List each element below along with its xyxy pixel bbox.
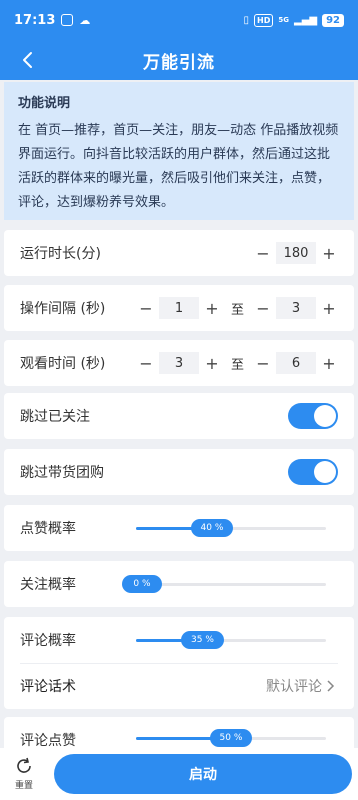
watch-time-label: 观看时间 (秒) bbox=[20, 356, 106, 372]
watch-time-row: 观看时间 (秒) − 3 + 至 − 6 + bbox=[4, 340, 354, 386]
skip-group-buy-card: 跳过带货团购 bbox=[4, 449, 354, 495]
vibrate-icon: ▯ bbox=[243, 14, 250, 26]
comment-card: 评论概率 35 % 评论话术 默认评论 bbox=[4, 617, 354, 709]
watch-max-decrease-button[interactable]: − bbox=[254, 352, 272, 374]
bottom-action-bar: 重置 启动 bbox=[0, 748, 358, 800]
skip-followed-toggle[interactable] bbox=[288, 403, 338, 429]
slider-track bbox=[136, 583, 326, 586]
follow-rate-slider[interactable]: 0 % bbox=[122, 574, 326, 594]
comment-like-slider[interactable]: 50 % bbox=[136, 728, 326, 748]
interval-card: 操作间隔 (秒) − 1 + 至 − 3 + bbox=[4, 285, 354, 331]
like-rate-card: 点赞概率 40 % bbox=[4, 505, 354, 551]
skip-group-buy-row: 跳过带货团购 bbox=[4, 449, 354, 495]
comment-rate-thumb[interactable]: 35 % bbox=[181, 631, 224, 649]
app-notification-icon bbox=[61, 14, 74, 26]
cloud-notification-icon: ☁ bbox=[79, 13, 91, 27]
signal-icon: ▂▄▆ bbox=[294, 14, 318, 26]
back-chevron-icon[interactable] bbox=[16, 48, 40, 72]
interval-max-value[interactable]: 3 bbox=[276, 297, 316, 319]
start-button[interactable]: 启动 bbox=[54, 754, 352, 794]
skip-followed-label: 跳过已关注 bbox=[20, 409, 90, 425]
interval-label: 操作间隔 (秒) bbox=[20, 301, 106, 317]
hd-badge: HD bbox=[254, 13, 274, 27]
status-bar: 17:13 ☁ ▯ HD 5G ▂▄▆ 92 bbox=[0, 0, 358, 40]
watch-min-value[interactable]: 3 bbox=[158, 352, 199, 374]
description-text: 在 首页—推荐，首页—关注，朋友—动态 作品播放视频界面运行。向抖音比较活跃的用… bbox=[18, 123, 339, 210]
reset-label: 重置 bbox=[14, 781, 33, 791]
run-duration-increase-button[interactable]: + bbox=[320, 242, 338, 264]
app-bar: 万能引流 bbox=[0, 40, 358, 80]
skip-followed-row: 跳过已关注 bbox=[4, 393, 354, 439]
watch-max-increase-button[interactable]: + bbox=[320, 352, 338, 374]
interval-min-decrease-button[interactable]: − bbox=[137, 297, 155, 319]
run-duration-value[interactable]: 180 bbox=[276, 242, 316, 264]
follow-rate-thumb[interactable]: 0 % bbox=[122, 575, 162, 593]
run-duration-row: 运行时长(分) − 180 + bbox=[4, 230, 354, 276]
refresh-icon bbox=[17, 757, 31, 773]
status-time: 17:13 bbox=[14, 12, 56, 28]
like-rate-slider[interactable]: 40 % bbox=[136, 518, 326, 538]
comment-rate-slider[interactable]: 35 % bbox=[136, 630, 326, 650]
watch-to-label: 至 bbox=[230, 357, 244, 373]
run-duration-label: 运行时长(分) bbox=[20, 246, 101, 262]
run-duration-decrease-button[interactable]: − bbox=[254, 242, 272, 264]
page-title: 万能引流 bbox=[143, 52, 215, 73]
watch-time-card: 观看时间 (秒) − 3 + 至 − 6 + bbox=[4, 340, 354, 386]
comment-script-value: 默认评论 bbox=[266, 679, 322, 695]
like-rate-thumb[interactable]: 40 % bbox=[190, 519, 234, 537]
run-duration-card: 运行时长(分) − 180 + bbox=[4, 230, 354, 276]
comment-script-row[interactable]: 评论话术 默认评论 bbox=[4, 663, 354, 709]
run-duration-stepper: − 180 + bbox=[254, 242, 338, 264]
skip-group-buy-label: 跳过带货团购 bbox=[20, 465, 104, 481]
watch-min-increase-button[interactable]: + bbox=[203, 352, 221, 374]
interval-to-label: 至 bbox=[230, 302, 244, 318]
comment-like-label: 评论点赞 bbox=[20, 733, 76, 749]
follow-rate-label: 关注概率 bbox=[20, 577, 76, 593]
comment-rate-label: 评论概率 bbox=[20, 633, 76, 649]
interval-range: − 1 + 至 − 3 + bbox=[137, 297, 338, 319]
watch-max-value[interactable]: 6 bbox=[276, 352, 316, 374]
chevron-right-icon bbox=[327, 680, 335, 692]
watch-time-range: − 3 + 至 − 6 + bbox=[137, 352, 338, 374]
reset-button[interactable]: 重置 bbox=[8, 756, 40, 796]
interval-row: 操作间隔 (秒) − 1 + 至 − 3 + bbox=[4, 285, 354, 331]
interval-min-increase-button[interactable]: + bbox=[203, 297, 221, 319]
skip-followed-card: 跳过已关注 bbox=[4, 393, 354, 439]
comment-like-thumb[interactable]: 50 % bbox=[209, 729, 253, 747]
description-title: 功能说明 bbox=[18, 96, 71, 111]
feature-description: 功能说明 在 首页—推荐，首页—关注，朋友—动态 作品播放视频界面运行。向抖音比… bbox=[4, 82, 354, 220]
interval-max-decrease-button[interactable]: − bbox=[254, 297, 272, 319]
battery-level: 92 bbox=[322, 13, 344, 27]
like-rate-label: 点赞概率 bbox=[20, 521, 76, 537]
follow-rate-card: 关注概率 0 % bbox=[4, 561, 354, 607]
interval-max-increase-button[interactable]: + bbox=[320, 297, 338, 319]
comment-script-label: 评论话术 bbox=[20, 679, 76, 695]
toggle-knob bbox=[314, 461, 336, 483]
interval-min-value[interactable]: 1 bbox=[158, 297, 199, 319]
comment-script-selector[interactable]: 默认评论 bbox=[266, 676, 338, 696]
skip-group-buy-toggle[interactable] bbox=[288, 459, 338, 485]
watch-min-decrease-button[interactable]: − bbox=[137, 352, 155, 374]
toggle-knob bbox=[314, 405, 336, 427]
network-label: 5G bbox=[278, 16, 289, 24]
